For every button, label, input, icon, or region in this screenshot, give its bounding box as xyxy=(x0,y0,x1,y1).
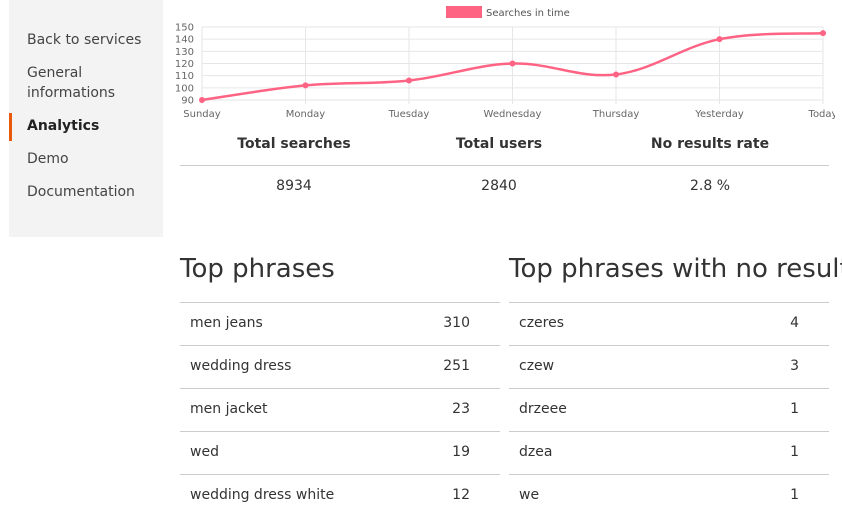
total-searches-label: Total searches xyxy=(237,136,351,152)
y-tick-label: 110 xyxy=(175,71,194,82)
x-tick-label: Tuesday xyxy=(388,109,430,120)
y-tick-label: 90 xyxy=(181,96,194,107)
y-tick-label: 130 xyxy=(175,47,194,58)
x-tick-label: Sunday xyxy=(183,109,220,120)
phrase-count: 12 xyxy=(452,487,470,503)
phrase-count: 310 xyxy=(443,315,470,331)
phrase-count: 3 xyxy=(790,358,799,374)
data-point[interactable] xyxy=(613,71,619,78)
phrase-count: 1 xyxy=(790,444,799,460)
y-tick-label: 140 xyxy=(175,35,194,46)
phrase-text: wed xyxy=(190,444,219,460)
total-users-value: 2840 xyxy=(481,178,517,194)
table-row: wed 19 xyxy=(180,431,500,474)
phrase-text: wedding dress white xyxy=(190,487,335,503)
stats-divider xyxy=(180,165,829,166)
phrase-count: 19 xyxy=(452,444,470,460)
legend-label: Searches in time xyxy=(486,8,570,19)
x-tick-label: Today xyxy=(808,109,835,120)
phrase-count: 1 xyxy=(790,401,799,417)
y-tick-label: 120 xyxy=(175,59,194,70)
table-row: drzeee 1 xyxy=(509,388,829,431)
no-results-rate-value: 2.8 % xyxy=(689,178,731,194)
data-point[interactable] xyxy=(199,97,205,103)
sidebar-item-back-to-services[interactable]: Back to services xyxy=(9,30,163,50)
phrase-count: 251 xyxy=(443,358,470,374)
y-tick-label: 100 xyxy=(175,83,194,94)
data-point[interactable] xyxy=(716,36,723,43)
phrase-count: 4 xyxy=(790,315,799,331)
sidebar-item-documentation[interactable]: Documentation xyxy=(9,182,163,202)
phrase-count: 1 xyxy=(790,487,799,503)
sidebar-item-general-informations[interactable]: General informations xyxy=(9,63,139,103)
total-searches-value: 8934 xyxy=(276,178,312,194)
phrase-text: we xyxy=(519,487,540,503)
phrase-text: wedding dress xyxy=(190,358,292,374)
legend-swatch xyxy=(446,6,482,18)
table-row: we 1 xyxy=(509,474,829,517)
sidebar-item-analytics[interactable]: Analytics xyxy=(9,113,163,141)
x-axis-ticks: Sunday Monday Tuesday Wednesday Thursday Yest… xyxy=(183,109,835,120)
sidebar-item-demo[interactable]: Demo xyxy=(9,149,163,169)
sidebar-nav: Back to services General informations An… xyxy=(9,0,163,237)
x-tick-label: Yesterday xyxy=(694,109,744,120)
x-tick-label: Monday xyxy=(286,109,326,120)
table-row: wedding dress white 12 xyxy=(180,474,500,517)
x-tick-label: Thursday xyxy=(592,109,640,120)
phrase-text: men jeans xyxy=(190,315,263,331)
no-results-rate-label: No results rate xyxy=(650,136,770,152)
data-point[interactable] xyxy=(406,77,412,84)
phrase-text: men jacket xyxy=(190,401,268,417)
phrase-text: czeres xyxy=(519,315,565,331)
chart-legend[interactable]: Searches in time xyxy=(446,6,570,19)
table-row: men jacket 23 xyxy=(180,388,500,431)
phrase-text: czew xyxy=(519,358,555,374)
table-row: czeres 4 xyxy=(509,302,829,345)
phrase-count: 23 xyxy=(452,401,470,417)
data-point[interactable] xyxy=(302,82,309,89)
top-phrases-title: Top phrases xyxy=(180,254,335,284)
searches-line-chart: 90 100110120130140150 Sunday Monday Tuesday… xyxy=(175,6,835,120)
table-row: czew 3 xyxy=(509,345,829,388)
no-results-title: Top phrases with no results xyxy=(509,254,842,284)
data-point[interactable] xyxy=(509,60,516,67)
y-axis-ticks: 90 100110120130140150 xyxy=(175,23,194,107)
x-tick-label: Wednesday xyxy=(484,109,542,120)
y-tick-label: 150 xyxy=(175,23,194,34)
table-row: wedding dress 251 xyxy=(180,345,500,388)
table-row: men jeans 310 xyxy=(180,302,500,345)
table-row: dzea 1 xyxy=(509,431,829,474)
total-users-label: Total users xyxy=(455,136,543,152)
phrase-text: drzeee xyxy=(519,401,567,417)
data-point[interactable] xyxy=(820,30,826,37)
phrase-text: dzea xyxy=(519,444,553,460)
